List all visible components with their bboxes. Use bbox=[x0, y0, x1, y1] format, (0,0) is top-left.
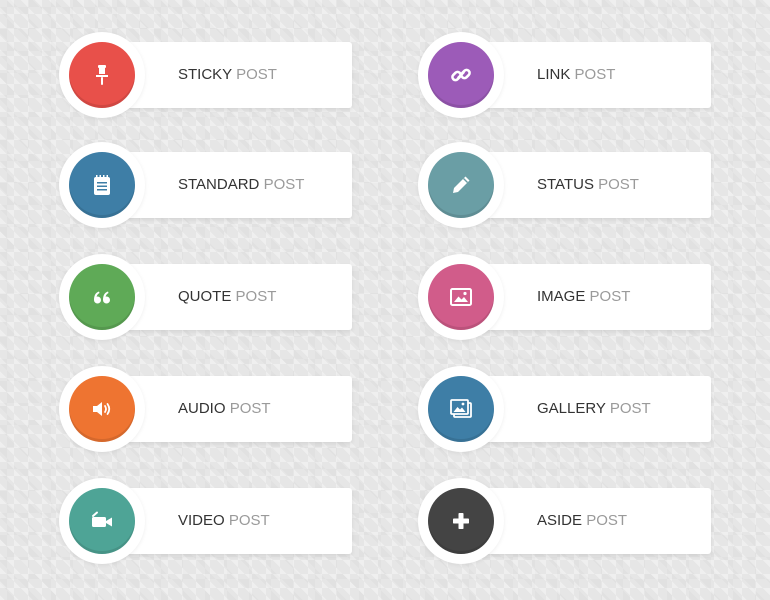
video-camera-icon bbox=[92, 511, 112, 527]
speaker-icon bbox=[93, 402, 111, 416]
icon-badge bbox=[428, 152, 494, 218]
icon-badge-ring bbox=[418, 254, 504, 340]
icon-badge-ring bbox=[59, 478, 145, 564]
post-type-label: VIDEO POST bbox=[178, 512, 270, 529]
quote-marks-icon bbox=[94, 291, 110, 304]
post-type-label: STATUS POST bbox=[537, 176, 639, 193]
icon-badge bbox=[69, 488, 135, 554]
icon-badge-ring bbox=[418, 32, 504, 118]
icon-badge bbox=[69, 264, 135, 330]
icon-badge-ring bbox=[59, 366, 145, 452]
link-icon bbox=[451, 68, 471, 82]
post-type-quote[interactable]: QUOTE POST bbox=[59, 254, 352, 340]
post-type-label: GALLERY POST bbox=[537, 400, 651, 417]
icon-badge bbox=[428, 264, 494, 330]
icon-badge bbox=[69, 376, 135, 442]
post-type-label: IMAGE POST bbox=[537, 288, 631, 305]
post-type-gallery[interactable]: GALLERY POST bbox=[418, 366, 711, 452]
icon-badge bbox=[69, 42, 135, 108]
icon-badge bbox=[428, 488, 494, 554]
icon-badge bbox=[428, 42, 494, 108]
icon-badge-ring bbox=[418, 478, 504, 564]
icon-badge-ring bbox=[418, 142, 504, 228]
icon-badge-ring bbox=[59, 32, 145, 118]
post-type-label: ASIDE POST bbox=[537, 512, 628, 529]
post-type-aside[interactable]: ASIDE POST bbox=[418, 478, 711, 564]
picture-icon bbox=[450, 288, 472, 306]
post-type-image[interactable]: IMAGE POST bbox=[418, 254, 711, 340]
post-type-sticky[interactable]: STICKY POST bbox=[59, 32, 352, 118]
notepad-icon bbox=[94, 175, 110, 195]
post-type-audio[interactable]: AUDIO POST bbox=[59, 366, 352, 452]
icon-badge bbox=[69, 152, 135, 218]
post-type-video[interactable]: VIDEO POST bbox=[59, 478, 352, 564]
post-type-standard[interactable]: STANDARD POST bbox=[59, 142, 352, 228]
icon-badge-ring bbox=[59, 254, 145, 340]
post-type-label: STANDARD POST bbox=[178, 176, 305, 193]
gallery-pictures-icon bbox=[450, 399, 472, 418]
icon-badge-ring bbox=[59, 142, 145, 228]
post-type-status[interactable]: STATUS POST bbox=[418, 142, 711, 228]
post-type-label: AUDIO POST bbox=[178, 400, 271, 417]
pencil-icon bbox=[453, 176, 470, 193]
post-type-link[interactable]: LINK POST bbox=[418, 32, 711, 118]
post-type-label: STICKY POST bbox=[178, 66, 277, 83]
icon-badge-ring bbox=[418, 366, 504, 452]
post-type-label: LINK POST bbox=[537, 66, 616, 83]
plus-icon bbox=[453, 513, 469, 529]
pushpin-icon bbox=[96, 65, 108, 85]
icon-badge bbox=[428, 376, 494, 442]
post-type-label: QUOTE POST bbox=[178, 288, 277, 305]
